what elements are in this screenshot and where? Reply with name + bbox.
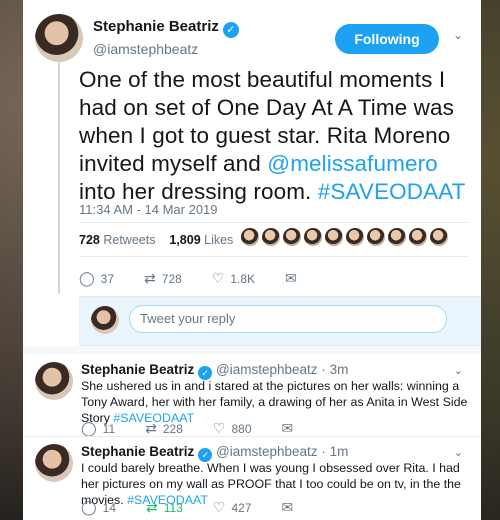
thread-tweet-text: She ushered us in and i stared at the pi… (81, 378, 471, 426)
retweet-action[interactable]: ⇄ 228 (145, 420, 183, 437)
reply-count: 11 (102, 421, 116, 436)
like-count: 1.8K (230, 271, 256, 286)
liker-avatar[interactable] (325, 228, 343, 246)
thread-tweet[interactable]: Stephanie Beatriz ✓ @iamstephbeatz · 1m ⌄… (35, 444, 469, 507)
more-options-caret-icon[interactable]: ⌄ (454, 446, 463, 459)
divider (79, 256, 469, 257)
liker-avatar[interactable] (283, 228, 301, 246)
tweet-permalink-card: Stephanie Beatriz ✓ @iamstephbeatz Follow… (23, 0, 481, 520)
author-display-name[interactable]: Stephanie Beatriz (81, 444, 194, 459)
author-avatar[interactable] (35, 362, 73, 400)
author-display-name[interactable]: Stephanie Beatriz (93, 18, 219, 35)
liker-avatar[interactable] (430, 228, 448, 246)
following-button[interactable]: Following (335, 24, 439, 54)
tweet-text-part: into her dressing room. (79, 179, 318, 204)
direct-message-action[interactable]: ✉ (282, 420, 300, 437)
reply-icon: ◯ (81, 420, 97, 436)
author-handle[interactable]: @iamstephbeatz (216, 444, 318, 459)
thread-connector-line (58, 62, 60, 294)
like-action[interactable]: ♡ 1.8K (212, 270, 255, 287)
more-options-caret-icon[interactable]: ⌄ (453, 28, 463, 42)
author-avatar[interactable] (35, 14, 83, 62)
thread-tweet[interactable]: Stephanie Beatriz ✓ @iamstephbeatz · 3m ⌄… (35, 362, 471, 426)
envelope-icon: ✉ (281, 420, 294, 436)
retweet-icon: ⇄ (146, 499, 158, 515)
tweet-stats: 728 Retweets 1,809 Likes (79, 233, 233, 247)
like-count: 880 (231, 421, 252, 436)
heart-icon: ♡ (211, 270, 225, 286)
liker-avatar[interactable] (388, 228, 406, 246)
reply-icon: ◯ (79, 270, 95, 286)
tweet-text: One of the most beautiful moments I had … (79, 66, 475, 206)
retweet-count: 228 (162, 421, 183, 436)
reply-input[interactable]: Tweet your reply (129, 305, 447, 333)
liker-avatar[interactable] (409, 228, 427, 246)
liker-avatar[interactable] (346, 228, 364, 246)
thread-separator (23, 346, 481, 354)
author-avatar[interactable] (35, 444, 73, 482)
divider (23, 436, 481, 437)
author-handle[interactable]: @iamstephbeatz (93, 41, 239, 57)
direct-message-action[interactable]: ✉ (285, 270, 303, 287)
likers-avatars (241, 228, 448, 246)
tweet-time[interactable]: · 3m (321, 362, 348, 377)
retweets-stat[interactable]: 728 Retweets (79, 233, 155, 247)
reply-action[interactable]: ◯ 37 (79, 270, 114, 287)
likes-stat[interactable]: 1,809 Likes (169, 233, 233, 247)
thread-tweet-actions: ◯ 14 ⇄ 113 ♡ 427 ✉ (81, 499, 329, 516)
retweet-icon: ⇄ (145, 420, 157, 436)
like-action[interactable]: ♡ 427 (213, 499, 252, 516)
envelope-icon: ✉ (281, 499, 294, 515)
verified-badge-icon: ✓ (222, 22, 239, 38)
author-handle[interactable]: @iamstephbeatz (216, 362, 318, 377)
envelope-icon: ✉ (285, 270, 297, 286)
like-count: 427 (231, 500, 252, 515)
author-display-name[interactable]: Stephanie Beatriz (81, 362, 194, 377)
reply-count: 14 (102, 500, 117, 515)
tweet-header: Stephanie Beatriz ✓ @iamstephbeatz Follow… (35, 14, 469, 62)
retweet-action[interactable]: ⇄ 113 (146, 499, 183, 516)
retweet-count: 113 (163, 500, 183, 515)
tweet-time[interactable]: · 1m (321, 444, 348, 459)
liker-avatar[interactable] (304, 228, 322, 246)
reply-composer: Tweet your reply (79, 296, 481, 346)
heart-icon: ♡ (212, 420, 226, 436)
liker-avatar[interactable] (241, 228, 259, 246)
retweet-count: 728 (161, 271, 182, 286)
author-name-block: Stephanie Beatriz ✓ @iamstephbeatz (93, 18, 239, 57)
reply-action[interactable]: ◯ 11 (81, 420, 115, 437)
retweet-action[interactable]: ⇄ 728 (144, 270, 182, 287)
thread-tweet-actions: ◯ 11 ⇄ 228 ♡ 880 ✉ (81, 420, 329, 437)
heart-icon: ♡ (212, 499, 226, 515)
hashtag-link[interactable]: #SAVEODAAT (318, 179, 466, 204)
mention-link[interactable]: @melissafumero (267, 151, 438, 176)
reply-icon: ◯ (81, 499, 97, 515)
like-action[interactable]: ♡ 880 (213, 420, 252, 437)
reply-action[interactable]: ◯ 14 (81, 499, 116, 516)
reply-count: 37 (100, 271, 115, 286)
tweet-timestamp[interactable]: 11:34 AM - 14 Mar 2019 (79, 202, 218, 217)
liker-avatar[interactable] (262, 228, 280, 246)
retweet-icon: ⇄ (144, 270, 156, 286)
liker-avatar[interactable] (367, 228, 385, 246)
more-options-caret-icon[interactable]: ⌄ (454, 364, 463, 377)
direct-message-action[interactable]: ✉ (282, 499, 300, 516)
current-user-avatar (91, 306, 119, 334)
divider (79, 222, 469, 223)
tweet-actions: ◯ 37 ⇄ 728 ♡ 1.8K ✉ (79, 270, 333, 287)
